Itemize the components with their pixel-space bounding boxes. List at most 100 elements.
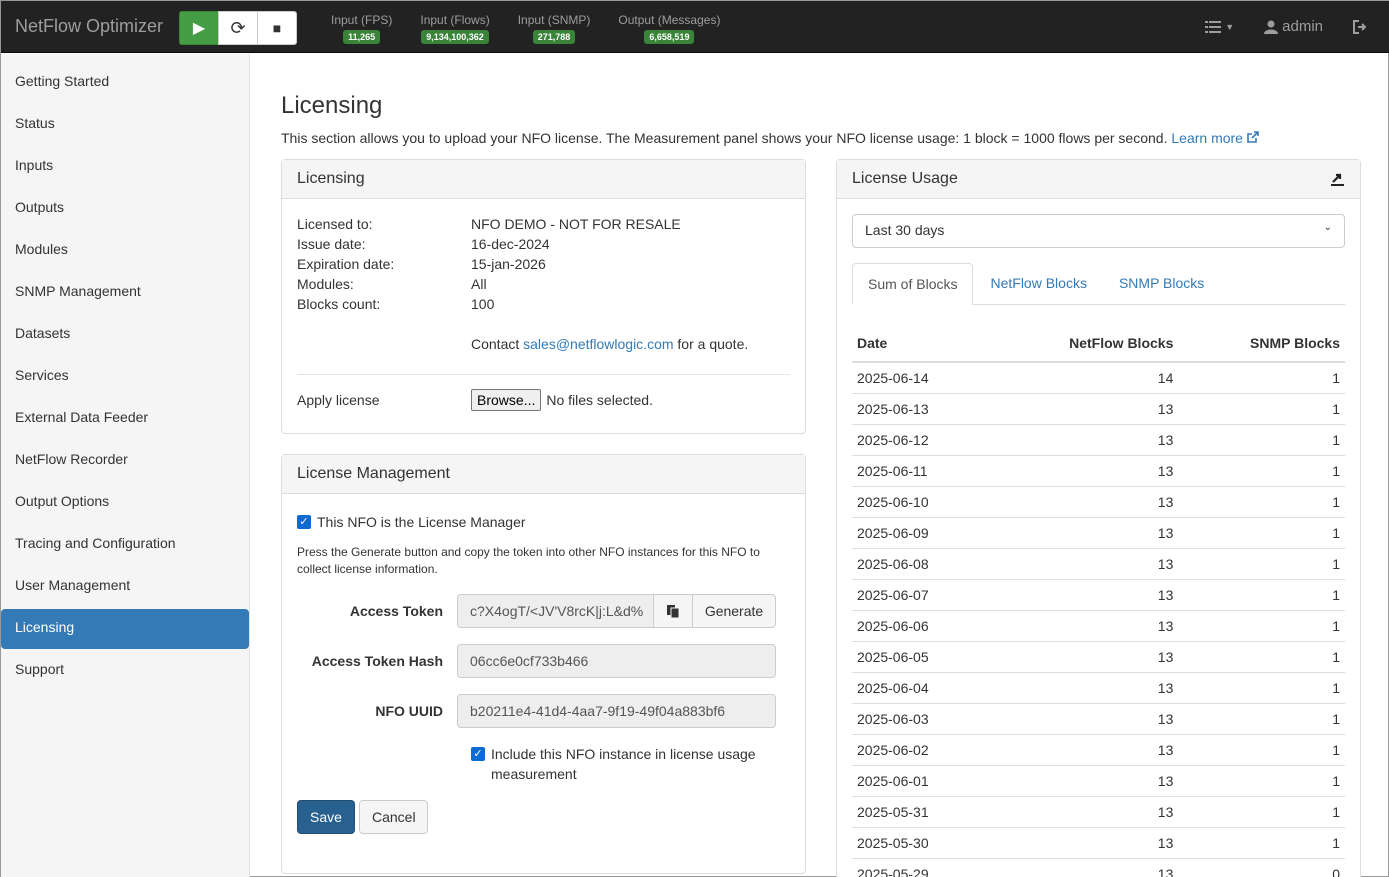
access-token-hash-row: Access Token Hash 06cc6e0cf733b466 bbox=[297, 644, 790, 678]
include-measurement-checkbox[interactable]: ✓ bbox=[471, 747, 485, 761]
snmp-blocks-cell: 1 bbox=[1178, 796, 1345, 828]
netflow-blocks-cell: 13 bbox=[988, 579, 1179, 611]
date-cell: 2025-06-10 bbox=[852, 486, 988, 518]
table-row: 2025-06-13 13 1 bbox=[852, 393, 1345, 425]
cancel-button[interactable]: Cancel bbox=[359, 800, 428, 834]
snmp-blocks-cell: 1 bbox=[1178, 672, 1345, 704]
date-cell: 2025-06-12 bbox=[852, 424, 988, 456]
sidebar-item-support[interactable]: Support bbox=[1, 651, 249, 691]
snmp-blocks-cell: 1 bbox=[1178, 579, 1345, 611]
date-cell: 2025-06-05 bbox=[852, 641, 988, 673]
refresh-button[interactable]: ⟳ bbox=[218, 11, 258, 45]
save-button[interactable]: Save bbox=[297, 800, 355, 834]
table-row: 2025-06-04 13 1 bbox=[852, 672, 1345, 704]
metric-input-fps: Input (FPS) 11,265 bbox=[331, 13, 392, 44]
tab-sum-of-blocks[interactable]: Sum of Blocks bbox=[852, 263, 974, 305]
sidebar-item-output-options[interactable]: Output Options bbox=[1, 483, 249, 523]
snmp-blocks-cell: 1 bbox=[1178, 517, 1345, 549]
metric-label: Output (Messages) bbox=[618, 13, 721, 27]
date-range-value: Last 30 days bbox=[865, 222, 945, 238]
apply-license-label: Apply license bbox=[297, 392, 380, 408]
sidebar-item-netflow-recorder[interactable]: NetFlow Recorder bbox=[1, 441, 249, 481]
license-manager-checkbox-row: ✓ This NFO is the License Manager bbox=[297, 514, 790, 530]
date-cell: 2025-06-11 bbox=[852, 455, 988, 487]
license-manager-checkbox[interactable]: ✓ bbox=[297, 515, 311, 529]
access-token-input[interactable]: c?X4ogT/<JV'V8rcK|j:L&d% bbox=[457, 594, 654, 628]
sidebar-item-snmp-management[interactable]: SNMP Management bbox=[1, 273, 249, 313]
generate-help-text: Press the Generate button and copy the t… bbox=[297, 545, 760, 576]
table-row: 2025-05-29 13 0 bbox=[852, 858, 1345, 877]
export-icon[interactable] bbox=[1330, 172, 1345, 187]
netflow-blocks-cell: 13 bbox=[988, 517, 1179, 549]
generate-button[interactable]: Generate bbox=[692, 594, 776, 628]
metric-label: Input (Flows) bbox=[420, 13, 490, 27]
learn-more-link[interactable]: Learn more bbox=[1171, 130, 1259, 146]
metric-badge: 6,658,519 bbox=[644, 30, 695, 44]
access-token-hash-label: Access Token Hash bbox=[311, 653, 443, 669]
licensing-panel: Licensing Licensed to: NFO DEMO - NOT FOR… bbox=[281, 159, 806, 434]
access-token-row: Access Token c?X4ogT/<JV'V8rcK|j:L&d% Ge… bbox=[297, 594, 790, 628]
play-button[interactable]: ▶ bbox=[179, 11, 219, 45]
sidebar-item-user-management[interactable]: User Management bbox=[1, 567, 249, 607]
date-cell: 2025-05-29 bbox=[852, 858, 988, 877]
snmp-blocks-cell: 1 bbox=[1178, 393, 1345, 425]
snmp-blocks-cell: 1 bbox=[1178, 641, 1345, 673]
snmp-blocks-cell: 1 bbox=[1178, 703, 1345, 735]
date-range-select[interactable]: Last 30 days ⌄ bbox=[852, 214, 1345, 248]
date-cell: 2025-06-09 bbox=[852, 517, 988, 549]
user-menu[interactable]: admin bbox=[1264, 18, 1323, 35]
sidebar-item-licensing[interactable]: Licensing bbox=[1, 609, 249, 649]
sidebar-item-modules[interactable]: Modules bbox=[1, 231, 249, 271]
column-header-netflow-blocks[interactable]: NetFlow Blocks bbox=[988, 325, 1179, 363]
column-header-snmp-blocks[interactable]: SNMP Blocks bbox=[1178, 325, 1345, 363]
tab-netflow-blocks[interactable]: NetFlow Blocks bbox=[975, 263, 1101, 304]
table-row: 2025-05-30 13 1 bbox=[852, 827, 1345, 859]
external-link-icon bbox=[1247, 131, 1259, 143]
user-name: admin bbox=[1282, 18, 1323, 35]
license-row: Blocks count: 100 bbox=[297, 296, 495, 312]
sidebar-item-datasets[interactable]: Datasets bbox=[1, 315, 249, 355]
date-cell: 2025-06-04 bbox=[852, 672, 988, 704]
logout-button[interactable] bbox=[1353, 19, 1368, 34]
license-row: Issue date: 16-dec-2024 bbox=[297, 236, 550, 252]
access-token-label: Access Token bbox=[349, 603, 443, 619]
netflow-blocks-cell: 13 bbox=[988, 765, 1179, 797]
snmp-blocks-cell: 0 bbox=[1178, 858, 1345, 877]
snmp-blocks-cell: 1 bbox=[1178, 455, 1345, 487]
stop-button[interactable]: ■ bbox=[257, 11, 297, 45]
sidebar: Getting Started Status Inputs Outputs Mo… bbox=[1, 54, 250, 877]
nfo-uuid-row: NFO UUID b20211e4-41d4-4aa7-9f19-49f04a8… bbox=[297, 694, 790, 728]
access-token-hash-input[interactable]: 06cc6e0cf733b466 bbox=[457, 644, 776, 678]
sales-email-link[interactable]: sales@netflowlogic.com bbox=[523, 336, 673, 352]
sidebar-item-outputs[interactable]: Outputs bbox=[1, 189, 249, 229]
licensing-panel-heading: Licensing bbox=[282, 160, 805, 199]
copy-token-button[interactable] bbox=[653, 594, 693, 628]
caret-down-icon: ▼ bbox=[1225, 21, 1235, 32]
browse-button[interactable]: Browse... bbox=[471, 389, 542, 411]
brand-title[interactable]: NetFlow Optimizer bbox=[15, 16, 163, 37]
table-row: 2025-06-09 13 1 bbox=[852, 517, 1345, 549]
snmp-blocks-cell: 1 bbox=[1178, 424, 1345, 456]
table-row: 2025-06-03 13 1 bbox=[852, 703, 1345, 735]
nfo-uuid-label: NFO UUID bbox=[375, 703, 443, 719]
column-header-date[interactable]: Date bbox=[852, 325, 988, 363]
netflow-blocks-cell: 13 bbox=[988, 424, 1179, 456]
include-measurement-label: Include this NFO instance in license usa… bbox=[491, 746, 756, 782]
table-row: 2025-06-01 13 1 bbox=[852, 765, 1345, 797]
sidebar-item-tracing-configuration[interactable]: Tracing and Configuration bbox=[1, 525, 249, 565]
sidebar-item-status[interactable]: Status bbox=[1, 105, 249, 145]
date-cell: 2025-06-08 bbox=[852, 548, 988, 580]
netflow-blocks-cell: 13 bbox=[988, 393, 1179, 425]
list-menu-dropdown[interactable]: ▼ bbox=[1205, 20, 1234, 34]
sidebar-item-getting-started[interactable]: Getting Started bbox=[1, 63, 249, 103]
sidebar-item-external-data-feeder[interactable]: External Data Feeder bbox=[1, 399, 249, 439]
metric-badge: 9,134,100,362 bbox=[421, 30, 489, 44]
nfo-uuid-input[interactable]: b20211e4-41d4-4aa7-9f19-49f04a883bf6 bbox=[457, 694, 776, 728]
tab-snmp-blocks[interactable]: SNMP Blocks bbox=[1104, 263, 1219, 304]
snmp-blocks-cell: 1 bbox=[1178, 734, 1345, 766]
sidebar-item-inputs[interactable]: Inputs bbox=[1, 147, 249, 187]
netflow-blocks-cell: 13 bbox=[988, 827, 1179, 859]
date-cell: 2025-06-07 bbox=[852, 579, 988, 611]
top-navbar: NetFlow Optimizer ▶ ⟳ ■ Input (FPS) 11,2… bbox=[1, 1, 1389, 53]
sidebar-item-services[interactable]: Services bbox=[1, 357, 249, 397]
